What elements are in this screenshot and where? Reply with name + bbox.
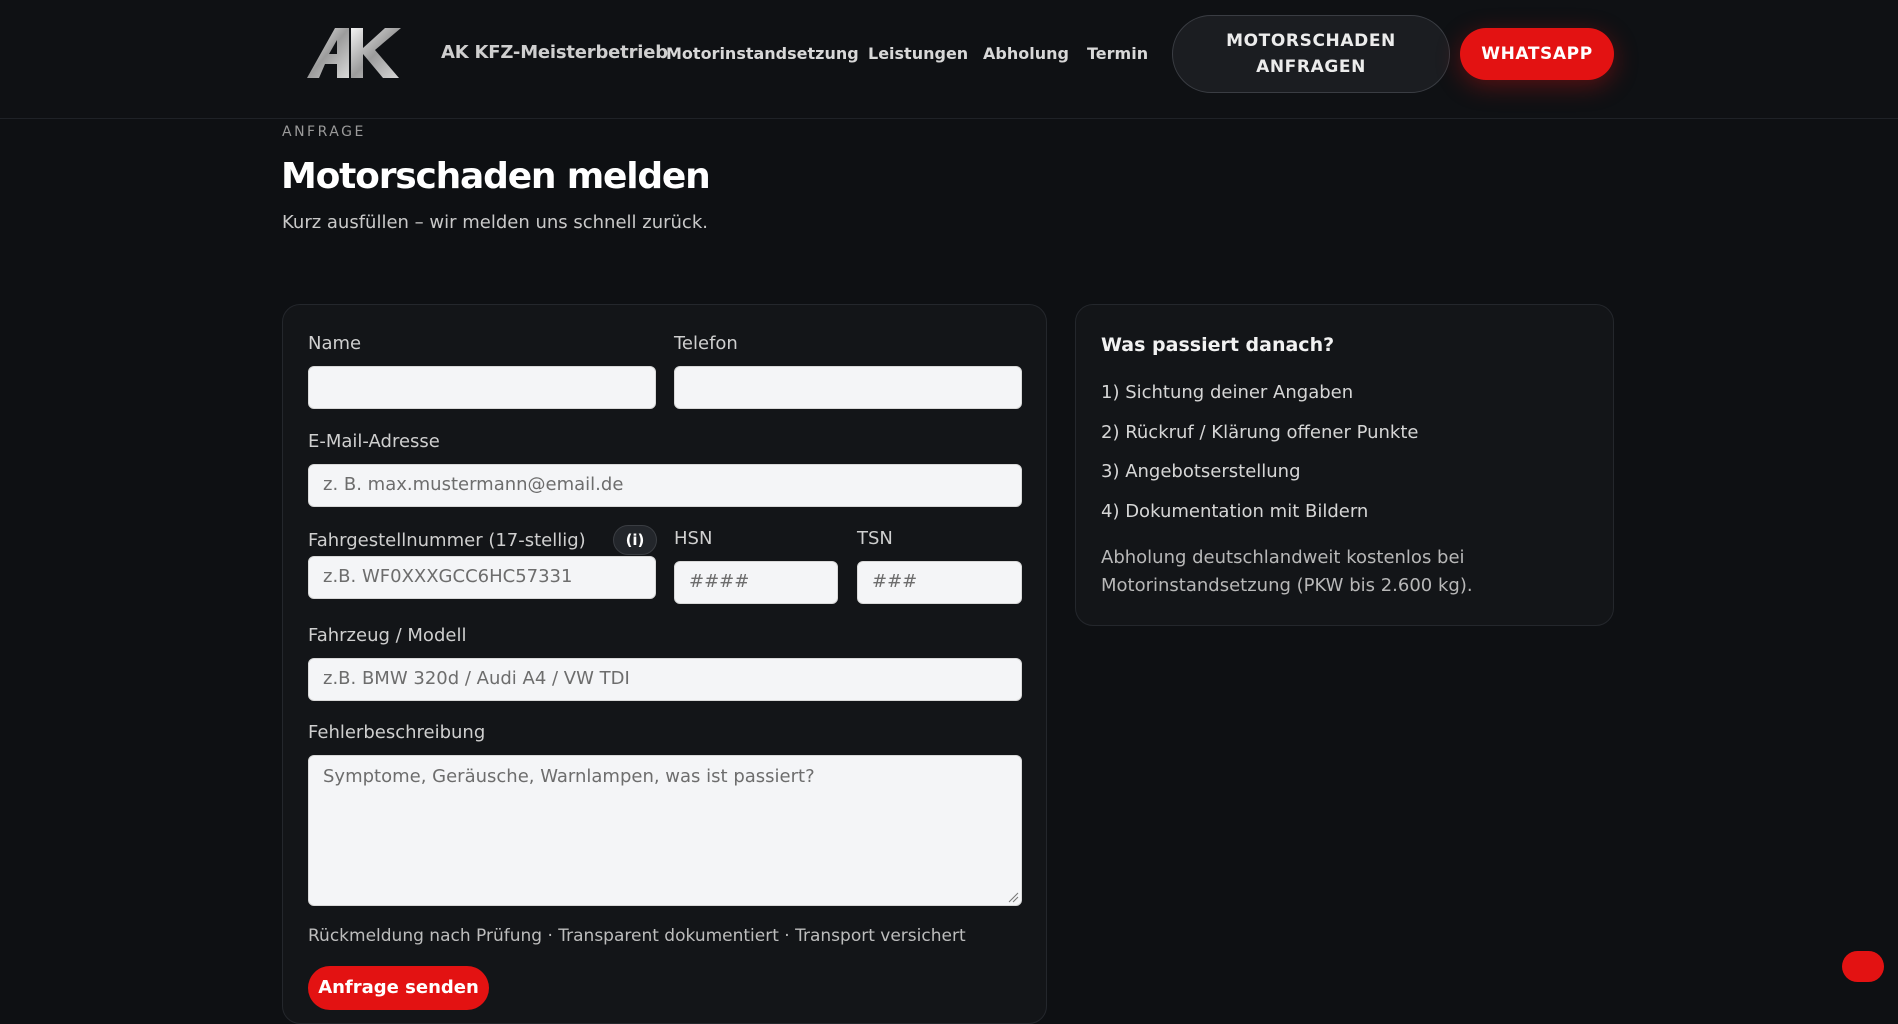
cta-label-line1: MOTORSCHADEN (1226, 31, 1396, 51)
model-label: Fahrzeug / Modell (308, 625, 467, 646)
hsn-input[interactable]: #### (674, 561, 838, 604)
motorschaden-anfragen-button[interactable]: MOTORSCHADEN ANFRAGEN (1172, 15, 1450, 93)
page-subtitle: Kurz ausfüllen – wir melden uns schnell … (282, 212, 708, 233)
next-steps-title: Was passiert danach? (1101, 334, 1335, 356)
site-header: AK KFZ-Meisterbetrieb Motorinstandsetzun… (0, 0, 1898, 119)
tsn-label: TSN (857, 528, 893, 549)
vin-input[interactable]: z.B. WF0XXXGCC6HC57331 (308, 556, 656, 599)
section-eyebrow: ANFRAGE (282, 124, 366, 140)
step-item: 4) Dokumentation mit Bildern (1101, 501, 1369, 522)
nav-leistungen[interactable]: Leistungen (868, 44, 968, 63)
tsn-input[interactable]: ### (857, 561, 1022, 604)
vin-label: Fahrgestellnummer (17-stellig) (308, 530, 586, 551)
resize-handle-icon[interactable] (1007, 891, 1019, 903)
step-item: 2) Rückruf / Klärung offener Punkte (1101, 422, 1419, 443)
email-label: E-Mail-Adresse (308, 431, 440, 452)
cta-label-line2: ANFRAGEN (1256, 57, 1366, 77)
vin-info-button[interactable]: (i) (613, 525, 657, 555)
nav-termin[interactable]: Termin (1087, 44, 1148, 63)
name-label: Name (308, 333, 362, 354)
ak-logo-icon[interactable] (305, 24, 401, 82)
step-item: 3) Angebotserstellung (1101, 461, 1301, 482)
model-input[interactable]: z.B. BMW 320d / Audi A4 / VW TDI (308, 658, 1022, 701)
phone-input[interactable] (674, 366, 1022, 409)
hsn-label: HSN (674, 528, 713, 549)
email-input[interactable]: z. B. max.mustermann@email.de (308, 464, 1022, 507)
page-title: Motorschaden melden (281, 156, 711, 197)
trust-note: Rückmeldung nach Prüfung · Transparent d… (308, 926, 966, 946)
phone-label: Telefon (674, 333, 738, 354)
whatsapp-button[interactable]: WHATSAPP (1460, 28, 1614, 80)
description-label: Fehlerbeschreibung (308, 722, 486, 743)
name-input[interactable] (308, 366, 656, 409)
submit-button[interactable]: Anfrage senden (308, 966, 489, 1010)
pickup-note: Abholung deutschlandweit kostenlos bei M… (1101, 547, 1473, 596)
brand-name[interactable]: AK KFZ-Meisterbetrieb (441, 42, 668, 63)
description-textarea[interactable]: Symptome, Geräusche, Warnlampen, was ist… (308, 755, 1022, 906)
chat-bubble-icon[interactable] (1842, 951, 1884, 982)
nav-motorinstandsetzung[interactable]: Motorinstandsetzung (666, 44, 859, 63)
step-item: 1) Sichtung deiner Angaben (1101, 382, 1354, 403)
nav-abholung[interactable]: Abholung (983, 44, 1069, 63)
description-placeholder: Symptome, Geräusche, Warnlampen, was ist… (323, 766, 815, 787)
